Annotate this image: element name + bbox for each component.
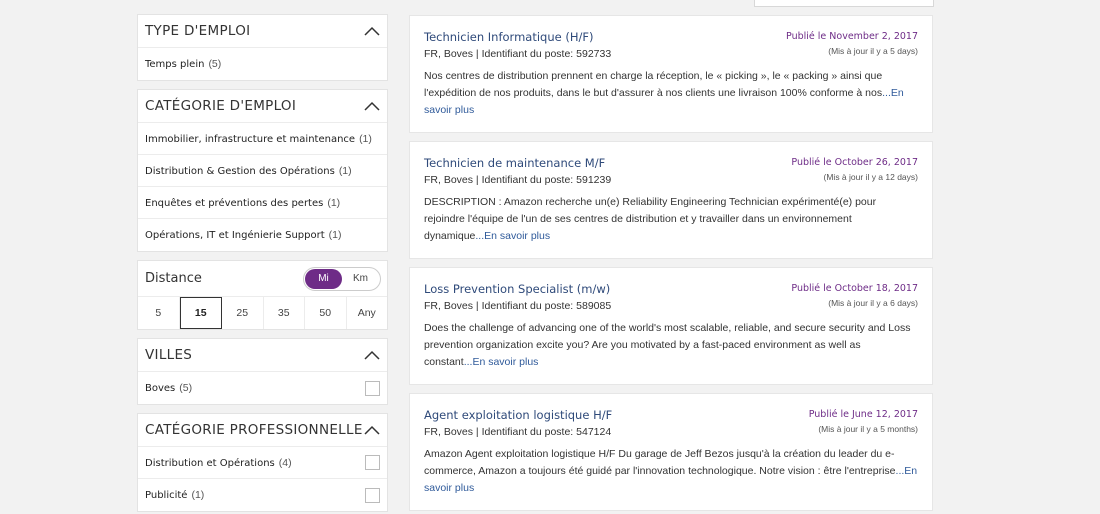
chevron-up-icon[interactable]	[364, 101, 380, 111]
filter-item-label: Temps plein	[145, 59, 205, 70]
filter-header-categorie-emploi[interactable]: CATÉGORIE D'EMPLOI	[138, 90, 387, 123]
distance-option[interactable]: 50	[305, 297, 347, 329]
filter-item-count: (1)	[327, 196, 341, 209]
filter-panel-distance: Distance Mi Km 5 15 25 35 50 Any	[137, 260, 388, 330]
job-description: Does the challenge of advancing one of t…	[424, 320, 918, 371]
job-description-text: Nos centres de distribution prennent en …	[424, 70, 883, 99]
filter-item-count: (1)	[191, 489, 205, 501]
filter-panel-categorie-emploi: CATÉGORIE D'EMPLOI Immobilier, infrastru…	[137, 89, 388, 252]
distance-unit-toggle[interactable]: Mi Km	[303, 266, 381, 291]
filter-header-villes[interactable]: VILLES	[138, 339, 387, 372]
filter-item-count: (5)	[208, 58, 222, 70]
job-description: Amazon Agent exploitation logistique H/F…	[424, 446, 918, 497]
filter-header-categorie-pro[interactable]: CATÉGORIE PROFESSIONNELLE	[138, 414, 387, 447]
read-more-link[interactable]: ...En savoir plus	[475, 230, 550, 242]
filter-title: TYPE D'EMPLOI	[145, 23, 251, 39]
job-updated-date: (Mis à jour il y a 5 months)	[818, 424, 918, 434]
filter-item[interactable]: Temps plein (5)	[138, 48, 387, 80]
job-date-block: Publié le November 2, 2017 (Mis à jour i…	[786, 31, 918, 56]
chevron-up-icon[interactable]	[364, 425, 380, 435]
filter-item[interactable]: Boves (5)	[138, 372, 387, 404]
filter-item[interactable]: Distribution & Gestion des Opérations (1)	[138, 155, 387, 187]
read-more-link[interactable]: ...En savoir plus	[464, 356, 539, 368]
chevron-up-icon[interactable]	[364, 26, 380, 36]
filter-item-label: Boves	[145, 383, 176, 394]
filter-item-count: (1)	[328, 229, 342, 241]
unit-option-km[interactable]: Km	[342, 269, 379, 289]
job-published-date: Publié le October 18, 2017	[791, 283, 918, 294]
job-results-list: Technicien Informatique (H/F) FR, Boves …	[409, 15, 933, 514]
job-card: Loss Prevention Specialist (m/w) FR, Bov…	[409, 267, 933, 385]
job-date-block: Publié le October 26, 2017 (Mis à jour i…	[791, 157, 918, 182]
filter-item-count: (4)	[278, 456, 292, 469]
job-description-text: Amazon Agent exploitation logistique H/F…	[424, 448, 896, 477]
job-card: Technicien de maintenance M/F FR, Boves …	[409, 141, 933, 259]
distance-option[interactable]: Any	[347, 297, 388, 329]
distance-option-selected[interactable]: 15	[179, 297, 222, 329]
job-updated-date: (Mis à jour il y a 5 days)	[828, 46, 918, 56]
chevron-up-icon[interactable]	[364, 350, 380, 360]
job-published-date: Publié le November 2, 2017	[786, 31, 918, 42]
filter-item-count: (1)	[359, 132, 372, 145]
filter-title: VILLES	[145, 347, 193, 363]
filter-item-label: Immobilier, infrastructure et maintenanc…	[145, 133, 356, 145]
unit-option-mi[interactable]: Mi	[305, 268, 342, 289]
job-description: DESCRIPTION : Amazon recherche un(e) Rel…	[424, 194, 918, 245]
filter-item-count: (5)	[179, 382, 193, 394]
filter-panel-categorie-pro: CATÉGORIE PROFESSIONNELLE Distribution e…	[137, 413, 388, 512]
filter-item-label: Distribution & Gestion des Opérations	[145, 165, 335, 177]
distance-options: 5 15 25 35 50 Any	[138, 297, 387, 329]
filter-panel-villes: VILLES Boves (5)	[137, 338, 388, 405]
job-date-block: Publié le June 12, 2017 (Mis à jour il y…	[809, 409, 918, 434]
filter-item-count: (1)	[338, 164, 352, 177]
filter-item[interactable]: Opérations, IT et Ingénierie Support (1)	[138, 219, 387, 251]
filter-item-label: Opérations, IT et Ingénierie Support	[145, 230, 325, 241]
filter-header-type-emploi[interactable]: TYPE D'EMPLOI	[138, 15, 387, 48]
filter-title: CATÉGORIE PROFESSIONNELLE	[145, 422, 363, 438]
job-description: Nos centres de distribution prennent en …	[424, 68, 918, 119]
filter-checkbox[interactable]	[365, 380, 380, 396]
distance-option[interactable]: 35	[264, 297, 305, 329]
filter-item[interactable]: Immobilier, infrastructure et maintenanc…	[138, 123, 387, 155]
filter-panel-type-emploi: TYPE D'EMPLOI Temps plein (5)	[137, 14, 388, 81]
filter-title: CATÉGORIE D'EMPLOI	[145, 98, 297, 114]
job-card: Technicien Informatique (H/F) FR, Boves …	[409, 15, 933, 133]
job-published-date: Publié le June 12, 2017	[808, 409, 918, 420]
filter-item[interactable]: Distribution et Opérations (4)	[138, 447, 387, 479]
job-date-block: Publié le October 18, 2017 (Mis à jour i…	[791, 283, 918, 308]
distance-option[interactable]: 25	[222, 297, 264, 329]
job-published-date: Publié le October 26, 2017	[791, 157, 918, 168]
filter-item-label: Distribution et Opérations	[145, 457, 275, 469]
filter-checkbox[interactable]	[365, 487, 380, 503]
distance-option[interactable]: 5	[138, 297, 180, 329]
filter-sidebar: TYPE D'EMPLOI Temps plein (5) CATÉGORIE D…	[137, 14, 388, 514]
job-updated-date: (Mis à jour il y a 6 days)	[828, 298, 918, 308]
distance-title: Distance	[145, 271, 202, 286]
job-updated-date: (Mis à jour il y a 12 days)	[823, 172, 918, 182]
distance-header: Distance Mi Km	[138, 261, 387, 297]
filter-item[interactable]: Publicité (1)	[138, 479, 387, 511]
filter-item-label: Enquêtes et préventions des pertes	[145, 197, 324, 209]
filter-item[interactable]: Enquêtes et préventions des pertes (1)	[138, 187, 387, 219]
job-card: Agent exploitation logistique H/F FR, Bo…	[409, 393, 933, 511]
filter-checkbox[interactable]	[365, 455, 380, 470]
filter-item-label: Publicité	[145, 490, 188, 501]
top-search-box-edge[interactable]	[754, 0, 934, 7]
